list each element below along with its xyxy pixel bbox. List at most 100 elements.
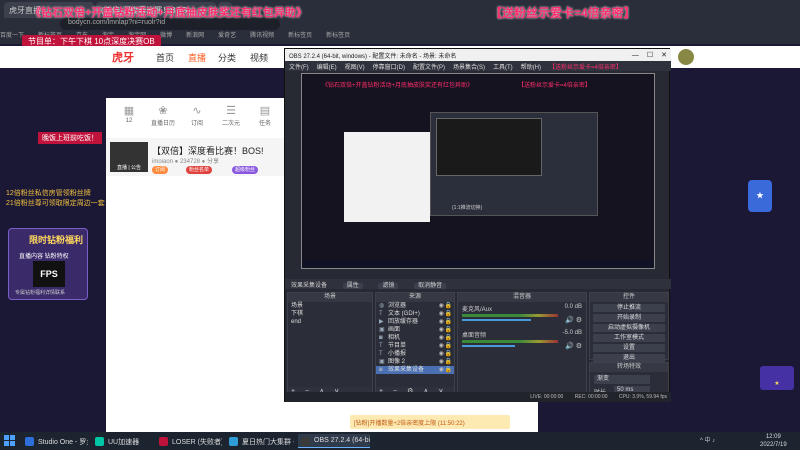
- source-item[interactable]: T 节目单 ◉ 🔒: [376, 342, 454, 350]
- gear-icon[interactable]: 🔊 ⚙: [565, 316, 582, 324]
- clock[interactable]: 12:09 2022/7/19: [760, 433, 787, 449]
- camera-icon: ◙: [379, 335, 383, 341]
- filters-button[interactable]: 滤镜: [378, 283, 399, 289]
- minimize-icon[interactable]: —: [632, 52, 639, 59]
- lock-icon[interactable]: 🔒: [445, 366, 452, 374]
- control-button[interactable]: 开始录制: [593, 314, 665, 322]
- lock-icon[interactable]: 🔒: [445, 302, 452, 310]
- menu-item[interactable]: 配置文件(P): [413, 65, 445, 71]
- app-icon: [95, 437, 104, 446]
- menu-item[interactable]: 工具(T): [493, 65, 513, 71]
- lock-icon[interactable]: 🔒: [445, 310, 452, 318]
- system-tray[interactable]: ^ 中 ♪: [700, 435, 715, 444]
- lock-icon[interactable]: 🔒: [445, 318, 452, 326]
- menu-item[interactable]: 视图(V): [345, 65, 365, 71]
- right-decoration: ★ ★: [660, 68, 800, 428]
- source-item[interactable]: ◍ 浏览器 ◉ 🔒: [376, 302, 454, 310]
- eye-icon[interactable]: ◉: [439, 318, 444, 326]
- lock-icon[interactable]: 🔒: [445, 334, 452, 342]
- gear-icon[interactable]: 🔊 ⚙: [565, 342, 582, 350]
- taskbar-item[interactable]: OBS 27.2.4 (64-bi...: [298, 434, 370, 448]
- windows-start-icon[interactable]: [4, 435, 16, 447]
- menu-item[interactable]: 停靠窗口(D): [373, 65, 405, 71]
- transition-select[interactable]: 渐变: [594, 375, 650, 384]
- source-item[interactable]: ▶ 回放缓存器 ◉ 🔒: [376, 318, 454, 326]
- unmute-button[interactable]: 取消静音: [414, 283, 447, 289]
- preview-overlay-title: 《钻石双倍+开盖钻粉活动+月底抽皮肤奖还有红包异助》: [322, 83, 474, 89]
- source-item[interactable]: ◙ 相机 ◉ 🔒: [376, 334, 454, 342]
- eye-icon[interactable]: ◉: [439, 350, 444, 358]
- source-item[interactable]: T 文本 (GDI+) ◉ 🔒: [376, 310, 454, 318]
- volume-fader[interactable]: [462, 319, 532, 321]
- bookmark-link[interactable]: 新标签页: [288, 33, 312, 39]
- fans-pill[interactable]: 粉丝名单: [186, 166, 213, 174]
- taskbar-item[interactable]: UU加速器: [92, 434, 152, 448]
- volume-fader[interactable]: [462, 345, 515, 347]
- nav-category[interactable]: 分类: [218, 51, 236, 64]
- category-item[interactable]: ∿ 订阅: [182, 104, 212, 127]
- eye-icon[interactable]: ◉: [439, 326, 444, 334]
- menu-item[interactable]: 帮助(H): [521, 65, 541, 71]
- eye-icon[interactable]: ◉: [439, 366, 444, 374]
- source-item[interactable]: ◙ 效果采集设备 ◉ 🔒: [376, 366, 454, 374]
- subscribe-pill[interactable]: 订阅: [152, 166, 169, 174]
- eye-icon[interactable]: ◉: [439, 358, 444, 366]
- bookmark-link[interactable]: 新浪网: [186, 33, 204, 39]
- close-icon[interactable]: ✕: [661, 52, 667, 59]
- bookmark-link[interactable]: 爱奇艺: [218, 33, 236, 39]
- mixer-db: -5.0 dB: [562, 330, 582, 336]
- control-button[interactable]: 退出: [593, 354, 665, 362]
- taskbar-item[interactable]: 夏日热门大集群 -...: [226, 434, 294, 448]
- nav-live[interactable]: 直播: [188, 51, 206, 64]
- bookmark-link[interactable]: 新标签页: [326, 33, 350, 39]
- lock-icon[interactable]: 🔒: [445, 358, 452, 366]
- scene-item[interactable]: 下棋: [288, 310, 372, 318]
- category-item[interactable]: ☰ 二次元: [216, 104, 246, 127]
- lock-icon[interactable]: 🔒: [445, 342, 452, 350]
- image-icon: ▣: [379, 327, 385, 333]
- category-item[interactable]: ❀ 直播日历: [148, 104, 178, 127]
- scene-item[interactable]: 场景: [288, 302, 372, 310]
- bookmark-link[interactable]: 微博: [160, 33, 172, 39]
- lock-icon[interactable]: 🔒: [445, 326, 452, 334]
- menu-item[interactable]: 编辑(E): [317, 65, 337, 71]
- control-button[interactable]: 设置: [593, 344, 665, 352]
- gift-badge[interactable]: ★: [760, 366, 794, 390]
- eye-icon[interactable]: ◉: [439, 302, 444, 310]
- camera-icon: ◙: [379, 367, 383, 373]
- source-item[interactable]: ▣ 画面 ◉ 🔒: [376, 326, 454, 334]
- control-button[interactable]: 停止推流: [593, 304, 665, 312]
- maximize-icon[interactable]: ☐: [647, 52, 653, 59]
- obs-preview[interactable]: 《钻石双倍+开盖钻粉活动+月底抽皮肤奖还有红包异助》 【送粉丝示爱卡=4倍亲密】…: [301, 73, 655, 269]
- taskbar-item[interactable]: Studio One - 罗兰...: [22, 434, 88, 448]
- nav-home[interactable]: 首页: [156, 51, 174, 64]
- scene-item[interactable]: end: [288, 318, 372, 326]
- eye-icon[interactable]: ◉: [439, 342, 444, 350]
- super-fan-pill[interactable]: 超级粉丝: [232, 166, 259, 174]
- film-icon: ▶: [379, 319, 384, 325]
- bookmark-link[interactable]: 百度一下: [0, 33, 24, 39]
- obs-window: OBS 27.2.4 (64-bit, windows) - 配置文件: 未命名…: [284, 48, 671, 402]
- eye-icon[interactable]: ◉: [439, 310, 444, 318]
- bookmark-link[interactable]: 腾讯视频: [250, 33, 274, 39]
- globe-icon: ◍: [379, 303, 385, 309]
- source-item[interactable]: ▣ 图像 2 ◉ 🔒: [376, 358, 454, 366]
- properties-button[interactable]: 属性: [342, 283, 363, 289]
- mixer-header: 混音器: [458, 293, 586, 302]
- room-card[interactable]: 直播 | 公告 【双倍】深度看比赛！BOS! imoiaon ● 234728 …: [106, 138, 286, 176]
- avatar[interactable]: [678, 49, 694, 65]
- category-item[interactable]: ▤ 任务: [250, 104, 280, 127]
- category-item[interactable]: ▦ 12: [114, 104, 144, 124]
- menu-item[interactable]: 文件(F): [289, 65, 309, 71]
- taskbar-item[interactable]: LOSER (失败者) -...: [156, 434, 222, 448]
- menu-item[interactable]: 场景集合(S): [453, 65, 485, 71]
- scene-list: 场景 下棋 end: [288, 302, 372, 326]
- control-button[interactable]: 启动虚拟摄像机: [593, 324, 665, 332]
- nav-video[interactable]: 视频: [250, 51, 268, 64]
- lock-icon[interactable]: 🔒: [445, 350, 452, 358]
- source-item[interactable]: T 小播报 ◉ 🔒: [376, 350, 454, 358]
- event-badge[interactable]: ★: [748, 180, 772, 212]
- control-button[interactable]: 工作室模式: [593, 334, 665, 342]
- eye-icon[interactable]: ◉: [439, 334, 444, 342]
- site-logo[interactable]: 虎牙: [112, 49, 134, 65]
